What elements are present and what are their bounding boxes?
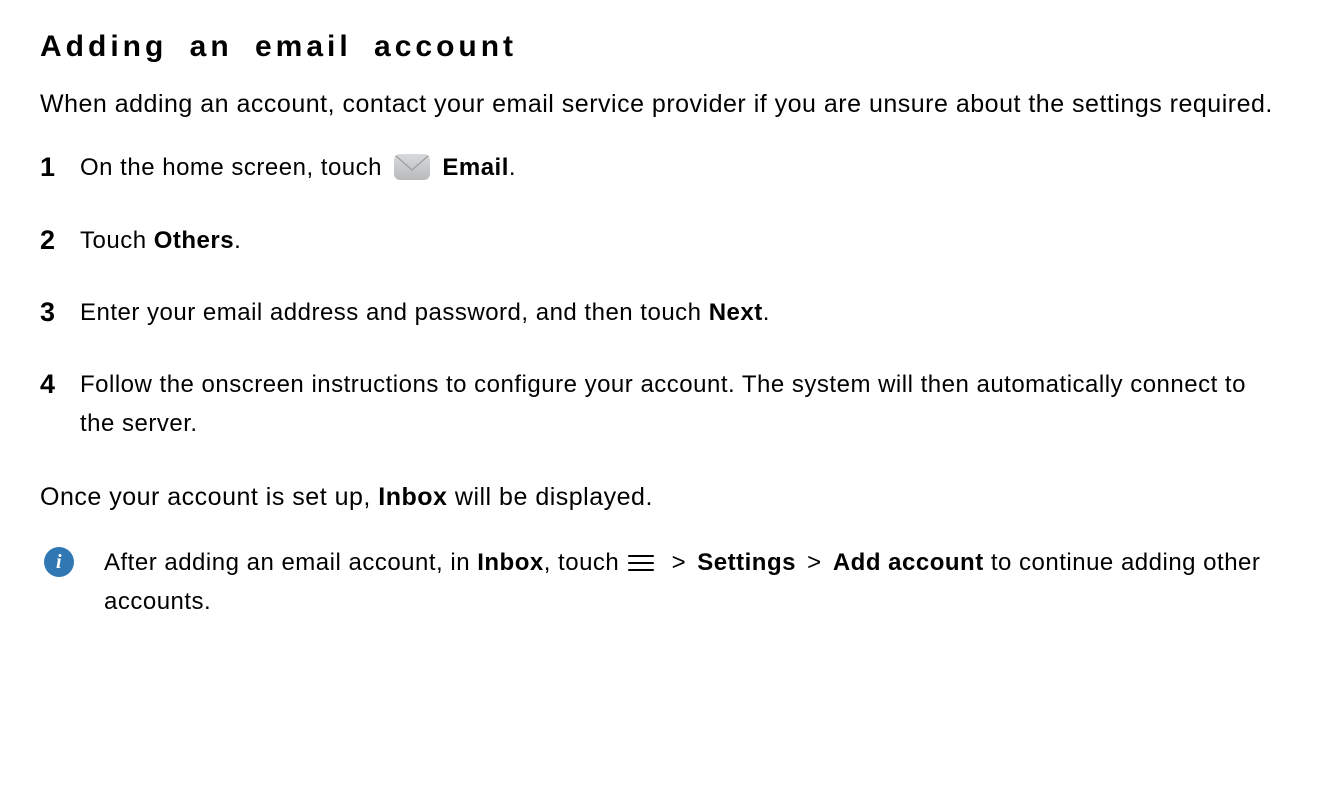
- after-steps-text: Once your account is set up, Inbox will …: [40, 477, 1286, 518]
- note-add: Add account: [833, 549, 984, 576]
- note-inbox: Inbox: [477, 549, 544, 576]
- step-2-label: Others: [154, 227, 234, 254]
- note-settings: Settings: [697, 549, 796, 576]
- info-note: i After adding an email account, in Inbo…: [40, 544, 1286, 622]
- after-pre: Once your account is set up,: [40, 483, 378, 511]
- note-gt2: >: [807, 549, 822, 576]
- note-pre: After adding an email account, in: [104, 549, 477, 576]
- step-1-posttext: .: [509, 154, 516, 181]
- step-2-pretext: Touch: [80, 227, 154, 254]
- step-3-posttext: .: [763, 299, 770, 326]
- info-icon: i: [44, 547, 74, 577]
- steps-list: On the home screen, touch Email. Touch O…: [40, 149, 1286, 443]
- hamburger-icon: [628, 553, 654, 573]
- step-2: Touch Others.: [40, 222, 1286, 260]
- step-3-label: Next: [709, 299, 763, 326]
- step-4: Follow the onscreen instructions to conf…: [40, 366, 1286, 443]
- step-1-pretext: On the home screen, touch: [80, 154, 389, 181]
- step-1: On the home screen, touch Email.: [40, 149, 1286, 187]
- section-heading: Adding an email account: [40, 30, 1286, 64]
- intro-text: When adding an account, contact your ema…: [40, 84, 1286, 125]
- document-page: Adding an email account When adding an a…: [0, 0, 1326, 798]
- step-1-label: Email: [442, 154, 509, 181]
- step-2-posttext: .: [234, 227, 241, 254]
- note-mid1: , touch: [544, 549, 627, 576]
- after-post: will be displayed.: [447, 483, 652, 511]
- after-label: Inbox: [378, 483, 447, 511]
- step-3-pretext: Enter your email address and password, a…: [80, 299, 709, 326]
- step-4-text: Follow the onscreen instructions to conf…: [80, 371, 1246, 436]
- info-glyph: i: [56, 552, 62, 572]
- step-3: Enter your email address and password, a…: [40, 294, 1286, 332]
- note-gt1: >: [672, 549, 687, 576]
- info-note-text: After adding an email account, in Inbox,…: [88, 544, 1286, 622]
- mail-icon: [393, 153, 431, 181]
